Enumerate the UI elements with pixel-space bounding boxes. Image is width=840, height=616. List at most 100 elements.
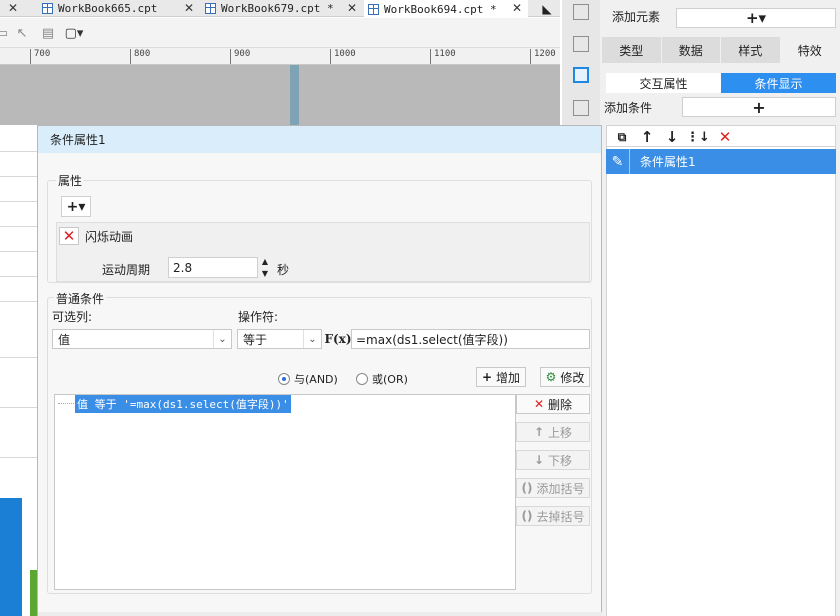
edit-pencil-icon[interactable]: ✎	[606, 149, 630, 174]
operator-select-value: 等于	[243, 332, 268, 347]
file-icon	[205, 3, 216, 14]
component-widget-icon[interactable]	[573, 67, 589, 83]
delete-icon[interactable]: ✕	[716, 128, 734, 146]
radio-and[interactable]: 与(AND)	[278, 371, 338, 387]
add-condition-button[interactable]: +	[682, 97, 836, 117]
column-select-value: 值	[58, 332, 71, 347]
add-bracket-label: 添加括号	[536, 481, 585, 496]
operator-select[interactable]: 等于 ⌄	[237, 329, 322, 349]
ruler-tick: 700	[30, 49, 50, 64]
tab-style[interactable]: 样式	[721, 37, 781, 63]
remove-bracket-icon: ()	[521, 509, 533, 523]
pointer-icon[interactable]: ↖	[14, 25, 30, 41]
tab-label: WorkBook665.cpt	[58, 2, 158, 15]
ruler-tick: 1000	[330, 49, 356, 64]
subtab-conditional-display[interactable]: 条件显示	[721, 73, 836, 93]
spin-down-icon[interactable]: ▼	[262, 269, 268, 278]
ruler-tick: 800	[130, 49, 150, 64]
period-label: 运动周期	[102, 263, 151, 277]
chart-bar-blue	[0, 498, 22, 616]
toolbar: ▭ ↖ ▤ ▢▾	[0, 18, 560, 48]
close-icon[interactable]: ✕	[347, 1, 357, 15]
radio-or-label: 或(OR)	[372, 373, 408, 386]
condition-list-item-label: 条件属性1	[640, 155, 696, 169]
horizontal-ruler: 700 800 900 1000 1100 1200	[0, 48, 560, 65]
panel-tabs: 类型 数据 样式 特效	[602, 37, 840, 63]
close-icon[interactable]: ✕	[512, 1, 522, 15]
remove-property-icon[interactable]: ✕	[59, 227, 79, 245]
tab-label: WorkBook694.cpt *	[384, 2, 497, 16]
edit-icon: ⚙	[545, 370, 557, 384]
grid-line	[0, 357, 38, 358]
copy-icon[interactable]: ⧉	[613, 128, 631, 146]
tab-workbook694[interactable]: WorkBook694.cpt * ✕	[364, 0, 528, 18]
move-up-button[interactable]: ↑ 上移	[516, 422, 590, 442]
design-canvas[interactable]	[0, 65, 560, 125]
period-spinner[interactable]: ▲ ▼	[258, 257, 272, 278]
delete-button[interactable]: ✕ 删除	[516, 394, 590, 414]
delete-x-icon: ✕	[533, 397, 545, 411]
move-down-button[interactable]: ↓ 下移	[516, 450, 590, 470]
condition-list-item[interactable]: ✎ 条件属性1	[606, 149, 836, 174]
grid-line	[0, 151, 38, 152]
add-condition-label: 添加条件	[604, 101, 653, 115]
spin-up-icon[interactable]: ▲	[262, 257, 268, 266]
remove-bracket-button[interactable]: () 去掉括号	[516, 506, 590, 526]
add-element-label: 添加元素	[612, 10, 661, 24]
toolbar-icon[interactable]: ▭	[0, 25, 10, 41]
file-icon	[368, 3, 379, 15]
move-down-label: 下移	[548, 453, 573, 468]
parameter-widget-icon[interactable]	[573, 36, 589, 52]
selection-marker	[290, 65, 299, 125]
widget-icon-strip	[562, 0, 600, 125]
layout-widget-icon[interactable]	[573, 4, 589, 20]
ruler-tick: 1200	[530, 49, 556, 64]
operator-label: 操作符:	[238, 310, 279, 324]
properties-group-label: 属性	[56, 172, 85, 189]
bracket-icon: ()	[521, 481, 533, 495]
condition-expression-list[interactable]	[54, 394, 516, 590]
condition-expression-item[interactable]: 值 等于 '=max(ds1.select(值字段))'	[75, 395, 291, 413]
formula-input[interactable]: =max(ds1.select(值字段))	[351, 329, 590, 349]
move-up-icon[interactable]: ↑	[638, 128, 656, 146]
tab-data[interactable]: 数据	[661, 37, 721, 63]
add-element-button[interactable]: +▾	[676, 8, 836, 28]
subtab-interaction[interactable]: 交互属性	[606, 73, 721, 93]
tab-type[interactable]: 类型	[602, 37, 662, 63]
chevron-down-icon[interactable]: ⌄	[303, 330, 321, 348]
tab-effects[interactable]: 特效	[780, 37, 840, 63]
close-icon[interactable]: ✕	[184, 1, 194, 15]
ruler-tick: 900	[230, 49, 250, 64]
tab-workbook665[interactable]: WorkBook665.cpt ✕	[38, 0, 200, 17]
add-button[interactable]: + 增加	[476, 367, 526, 387]
document-tab-bar: ✕ WorkBook665.cpt ✕ WorkBook679.cpt * ✕ …	[0, 0, 560, 18]
radio-selected-icon	[278, 373, 290, 385]
remove-bracket-label: 去掉括号	[536, 509, 585, 524]
formula-fx-button[interactable]: F(x)	[324, 328, 351, 350]
tab-partial[interactable]: ✕	[0, 0, 24, 17]
tab-label: WorkBook679.cpt *	[221, 2, 334, 15]
form-widget-icon[interactable]	[573, 100, 589, 116]
radio-or[interactable]: 或(OR)	[356, 371, 408, 387]
grid-line	[0, 201, 38, 202]
grid-line	[0, 226, 38, 227]
effects-subtabs: 交互属性 条件显示	[606, 73, 836, 93]
add-bracket-button[interactable]: () 添加括号	[516, 478, 590, 498]
move-bottom-icon[interactable]: ⋮↓	[686, 128, 710, 146]
tree-connector	[58, 403, 74, 404]
move-down-icon[interactable]: ↓	[663, 128, 681, 146]
dialog-title: 条件属性1	[38, 126, 601, 153]
radio-unselected-icon	[356, 373, 368, 385]
tab-menu-icon[interactable]: ◣	[534, 0, 560, 17]
period-input[interactable]: 2.8	[168, 257, 258, 278]
grid-line	[0, 457, 38, 458]
modify-button[interactable]: ⚙ 修改	[540, 367, 590, 387]
document-icon[interactable]: ▤	[40, 25, 56, 41]
add-property-button[interactable]: +▾	[61, 196, 91, 217]
seconds-unit-label: 秒	[277, 263, 290, 277]
chevron-down-icon[interactable]: ⌄	[213, 330, 231, 348]
border-icon[interactable]: ▢▾	[65, 25, 84, 41]
close-icon[interactable]: ✕	[8, 1, 18, 15]
tab-workbook679[interactable]: WorkBook679.cpt * ✕	[201, 0, 363, 17]
column-select[interactable]: 值 ⌄	[52, 329, 232, 349]
